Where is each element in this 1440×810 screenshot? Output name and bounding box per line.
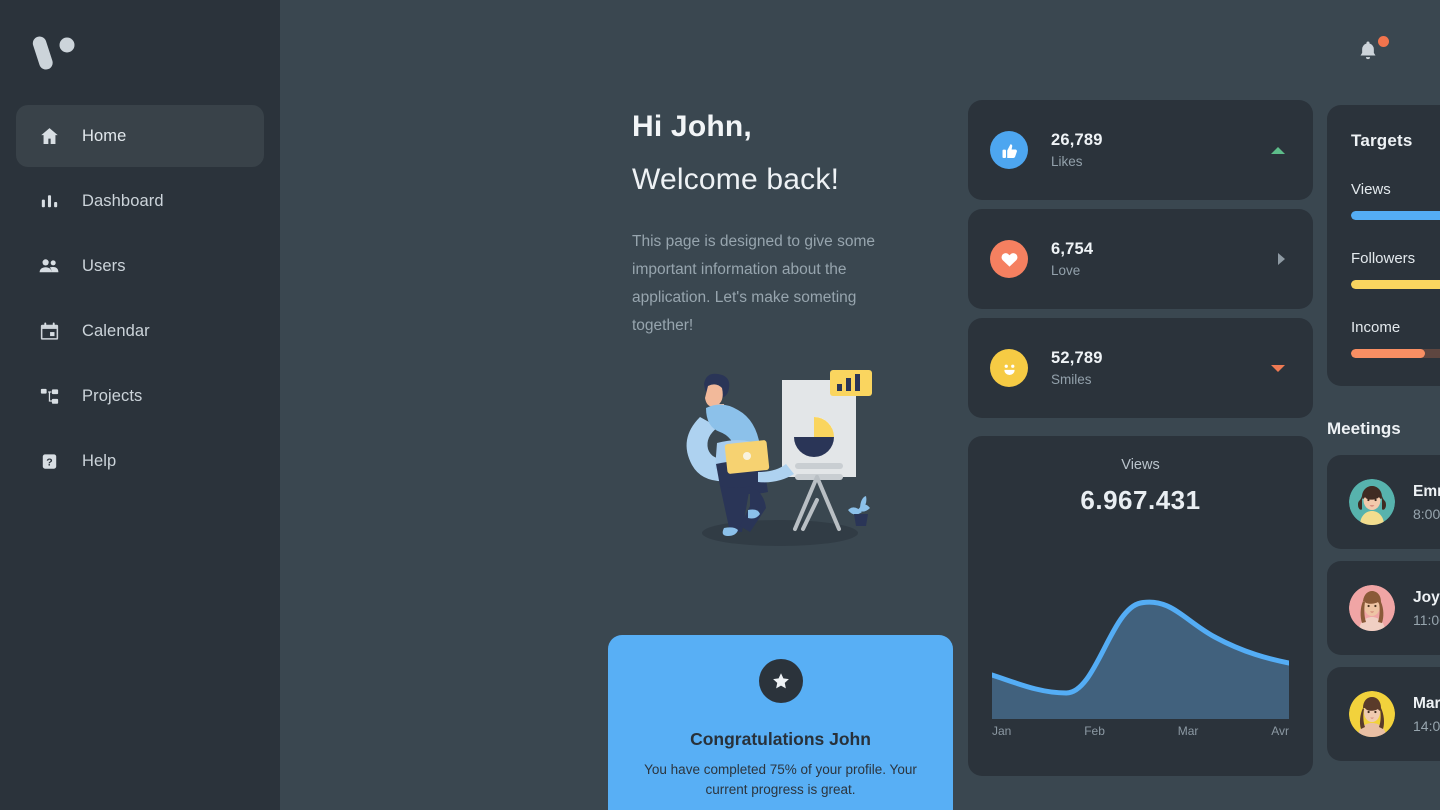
stat-text: 6,754 Love bbox=[1051, 240, 1278, 278]
target-head: Views 75% bbox=[1351, 181, 1440, 198]
axis-tick-label: Jan bbox=[992, 724, 1012, 738]
target-label: Views bbox=[1351, 181, 1391, 198]
stat-card-likes[interactable]: 26,789 Likes bbox=[968, 100, 1313, 200]
views-area-chart bbox=[992, 571, 1289, 719]
stat-value: 26,789 bbox=[1051, 131, 1103, 149]
sidebar-item-projects[interactable]: Projects bbox=[16, 365, 264, 427]
right-column: Targets Views 75% Followers 50% bbox=[1327, 105, 1440, 773]
trend-down-icon bbox=[1271, 364, 1285, 372]
stat-label: Likes bbox=[1051, 154, 1083, 169]
views-chart-card: Views 6.967.431 Jan Feb Mar Avr bbox=[968, 436, 1313, 776]
sidebar-item-dashboard[interactable]: Dashboard bbox=[16, 170, 264, 232]
sidebar-item-calendar[interactable]: Calendar bbox=[16, 300, 264, 362]
trend-right-icon bbox=[1278, 253, 1285, 265]
progress-track bbox=[1351, 349, 1440, 358]
person-presenting-chart-illustration bbox=[662, 360, 892, 550]
avatar bbox=[1349, 479, 1395, 525]
progress-fill bbox=[1351, 349, 1426, 358]
sidebar-item-help[interactable]: ? Help bbox=[16, 430, 264, 492]
meetings-title: Meetings bbox=[1327, 419, 1401, 438]
main-content: Hi John, Welcome back! This page is desi… bbox=[280, 0, 1440, 810]
calendar-icon bbox=[36, 318, 62, 344]
views-chart-value: 6.967.431 bbox=[1080, 485, 1201, 515]
congratulations-card[interactable]: Congratulations John You have completed … bbox=[608, 635, 953, 810]
stat-text: 52,789 Smiles bbox=[1051, 349, 1271, 387]
congratulations-title: Congratulations John bbox=[690, 729, 871, 749]
views-chart-axis: Jan Feb Mar Avr bbox=[992, 724, 1289, 738]
target-head: Income 25% bbox=[1351, 319, 1440, 336]
stat-label: Smiles bbox=[1051, 372, 1092, 387]
stat-card-smiles[interactable]: 52,789 Smiles bbox=[968, 318, 1313, 418]
bar-chart-icon bbox=[36, 188, 62, 214]
sidebar-item-label: Dashboard bbox=[82, 191, 164, 210]
people-icon bbox=[36, 253, 62, 279]
meeting-time: 14:00 - 15:00 bbox=[1413, 717, 1440, 734]
meeting-item-joy-mcglynn[interactable]: Joy McGlynn 11:00 - 12:00 bbox=[1327, 561, 1440, 655]
axis-tick-label: Mar bbox=[1177, 724, 1199, 738]
target-label: Followers bbox=[1351, 250, 1416, 267]
meeting-text: Joy McGlynn 11:00 - 12:00 bbox=[1413, 589, 1440, 628]
thumbs-up-icon bbox=[990, 131, 1028, 169]
sidebar-item-label: Help bbox=[82, 451, 117, 470]
sidebar: Home Dashboard Users Calendar Projects ?… bbox=[0, 0, 280, 810]
axis-tick-label: Avr bbox=[1271, 724, 1289, 738]
meeting-text: Mara Dach 14:00 - 15:00 bbox=[1413, 695, 1440, 734]
meeting-name: Joy McGlynn bbox=[1413, 588, 1440, 606]
targets-panel: Targets Views 75% Followers 50% bbox=[1327, 105, 1440, 386]
meeting-time: 11:00 - 12:00 bbox=[1413, 611, 1440, 628]
greeting-line-2: Welcome back! bbox=[632, 163, 840, 196]
targets-title: Targets bbox=[1351, 131, 1413, 150]
meeting-item-emmy-anderson[interactable]: Emmy Anderson 8:00 - 10:00 bbox=[1327, 455, 1440, 549]
svg-text:?: ? bbox=[46, 456, 52, 468]
home-icon bbox=[36, 123, 62, 149]
notification-bell-button[interactable] bbox=[1355, 36, 1389, 68]
sidebar-nav: Home Dashboard Users Calendar Projects ?… bbox=[16, 105, 264, 495]
progress-track bbox=[1351, 280, 1440, 289]
greeting-paragraph: This page is designed to give some impor… bbox=[632, 233, 875, 334]
meeting-name: Mara Dach bbox=[1413, 694, 1440, 712]
meeting-time: 8:00 - 10:00 bbox=[1413, 505, 1440, 522]
projects-icon bbox=[36, 383, 62, 409]
sidebar-item-label: Home bbox=[82, 126, 127, 145]
dashboard-app: Home Dashboard Users Calendar Projects ?… bbox=[0, 0, 1440, 810]
welcome-column: Hi John, Welcome back! This page is desi… bbox=[632, 110, 952, 550]
smile-icon bbox=[990, 349, 1028, 387]
help-icon: ? bbox=[36, 448, 62, 474]
stat-value: 6,754 bbox=[1051, 240, 1094, 258]
progress-track bbox=[1351, 211, 1440, 220]
congratulations-subtitle: You have completed 75% of your profile. … bbox=[644, 762, 917, 797]
target-row-income: Income 25% bbox=[1351, 319, 1440, 358]
trend-up-icon bbox=[1271, 146, 1285, 154]
views-chart-title: Views bbox=[1121, 457, 1160, 473]
notification-dot bbox=[1378, 36, 1389, 47]
star-icon bbox=[758, 659, 803, 703]
target-row-followers: Followers 50% bbox=[1351, 250, 1440, 289]
target-head: Followers 50% bbox=[1351, 250, 1440, 267]
stat-card-love[interactable]: 6,754 Love bbox=[968, 209, 1313, 309]
target-label: Income bbox=[1351, 319, 1401, 336]
stat-label: Love bbox=[1051, 263, 1081, 278]
avatar bbox=[1349, 585, 1395, 631]
stat-text: 26,789 Likes bbox=[1051, 131, 1271, 169]
sidebar-item-users[interactable]: Users bbox=[16, 235, 264, 297]
sidebar-item-home[interactable]: Home bbox=[16, 105, 264, 167]
stat-value: 52,789 bbox=[1051, 349, 1103, 367]
meeting-name: Emmy Anderson bbox=[1413, 482, 1440, 500]
axis-tick-label: Feb bbox=[1084, 724, 1105, 738]
target-row-views: Views 75% bbox=[1351, 181, 1440, 220]
meeting-item-mara-dach[interactable]: Mara Dach 14:00 - 15:00 bbox=[1327, 667, 1440, 761]
avatar bbox=[1349, 691, 1395, 737]
sidebar-item-label: Calendar bbox=[82, 321, 150, 340]
progress-fill bbox=[1351, 211, 1440, 220]
greeting-line-1: Hi John, bbox=[632, 110, 752, 143]
stats-column: 26,789 Likes 6,754 Love 52,789 Smiles Vi… bbox=[968, 100, 1313, 776]
sidebar-item-label: Users bbox=[82, 256, 126, 275]
progress-fill bbox=[1351, 280, 1440, 289]
heart-icon bbox=[990, 240, 1028, 278]
v-logo-icon[interactable] bbox=[32, 30, 78, 74]
sidebar-item-label: Projects bbox=[82, 386, 143, 405]
meeting-text: Emmy Anderson 8:00 - 10:00 bbox=[1413, 483, 1440, 522]
